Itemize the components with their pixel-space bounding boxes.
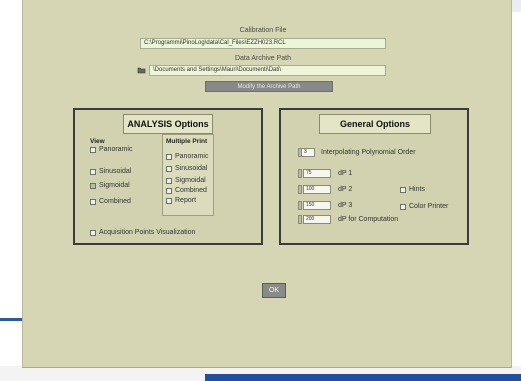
multiple-print-title: Multiple Print <box>166 138 208 145</box>
dp1-spinner[interactable] <box>298 169 302 178</box>
print-combined-label: Combined <box>175 187 207 194</box>
dp-computation-spinner[interactable] <box>298 215 302 224</box>
dp2-field[interactable]: 100 <box>303 185 331 194</box>
acquisition-points-checkbox[interactable] <box>90 229 96 236</box>
view-combined-checkbox[interactable] <box>90 198 96 205</box>
view-sigmoidal-option[interactable]: Sigmoidal <box>90 182 130 189</box>
print-report-checkbox[interactable] <box>166 197 172 204</box>
print-combined-checkbox[interactable] <box>166 187 172 194</box>
multiple-print-group: Multiple Print Panoramic Sinusoidal Sigm… <box>162 134 214 216</box>
print-sigmoidal-option[interactable]: Sigmoidal <box>166 177 206 184</box>
view-combined-label: Combined <box>99 198 131 205</box>
calibration-file-field[interactable]: C:\Programmi\PinoLog\data\Cal_Files\EZZH… <box>140 38 386 49</box>
data-archive-path-field[interactable]: \Documents and Settings\Mauri\Documenti\… <box>149 65 386 76</box>
color-printer-label: Color Printer <box>409 203 449 210</box>
interpolating-order-field[interactable]: 3 <box>301 148 315 157</box>
color-printer-option[interactable]: Color Printer <box>400 203 448 210</box>
dp3-label: dP 3 <box>338 202 353 209</box>
dp2-spinner[interactable] <box>298 185 302 194</box>
ok-button[interactable]: OK <box>262 283 286 298</box>
folder-icon[interactable] <box>137 66 146 74</box>
print-panoramic-option[interactable]: Panoramic <box>166 153 208 160</box>
interpolating-order-label: Interpolating Polynomial Order <box>321 149 416 156</box>
acquisition-points-label: Acquisition Points Visualization <box>99 229 196 236</box>
print-sigmoidal-checkbox[interactable] <box>166 177 172 184</box>
analysis-options-panel: ANALYSIS Options View Panoramic Sinusoid… <box>73 108 263 245</box>
data-archive-path-label: Data Archive Path <box>234 55 292 62</box>
analysis-options-title: ANALYSIS Options <box>123 114 213 134</box>
print-sinusoidal-option[interactable]: Sinusoidal <box>166 165 207 172</box>
print-panoramic-label: Panoramic <box>175 153 209 160</box>
dp1-field[interactable]: 75 <box>303 169 331 178</box>
settings-dialog: Calibration File C:\Programmi\PinoLog\da… <box>22 0 512 368</box>
hints-label: Hints <box>409 186 425 193</box>
view-sinusoidal-option[interactable]: Sinusoidal <box>90 168 131 175</box>
dp3-spinner[interactable] <box>298 201 302 210</box>
view-sinusoidal-label: Sinusoidal <box>99 168 132 175</box>
view-sigmoidal-checkbox[interactable] <box>90 182 96 189</box>
print-sinusoidal-checkbox[interactable] <box>166 165 172 172</box>
view-combined-option[interactable]: Combined <box>90 198 131 205</box>
background-taskbar <box>205 374 521 381</box>
view-panoramic-checkbox[interactable] <box>90 146 96 153</box>
dp3-field[interactable]: 150 <box>303 201 331 210</box>
dp2-label: dP 2 <box>338 186 353 193</box>
dp1-label: dP 1 <box>338 170 353 177</box>
view-panoramic-label: Panoramic <box>99 146 133 153</box>
dp-computation-label: dP for Computation <box>338 216 399 223</box>
color-printer-checkbox[interactable] <box>400 203 406 210</box>
view-group-title: View <box>90 138 105 145</box>
print-panoramic-checkbox[interactable] <box>166 153 172 160</box>
print-sigmoidal-label: Sigmoidal <box>175 177 206 184</box>
view-sinusoidal-checkbox[interactable] <box>90 168 96 175</box>
view-sigmoidal-label: Sigmoidal <box>99 182 130 189</box>
dp-computation-field[interactable]: 200 <box>303 215 331 224</box>
print-report-option[interactable]: Report <box>166 197 196 204</box>
hints-checkbox[interactable] <box>400 186 406 193</box>
hints-option[interactable]: Hints <box>400 186 425 193</box>
print-combined-option[interactable]: Combined <box>166 187 207 194</box>
print-report-label: Report <box>175 197 197 204</box>
general-options-title: General Options <box>319 114 431 134</box>
view-panoramic-option[interactable]: Panoramic <box>90 146 132 153</box>
calibration-file-label: Calibration File <box>239 27 287 34</box>
general-options-panel: General Options 3 Interpolating Polynomi… <box>279 108 469 245</box>
print-sinusoidal-label: Sinusoidal <box>175 165 208 172</box>
acquisition-points-option[interactable]: Acquisition Points Visualization <box>90 229 195 236</box>
modify-archive-path-button[interactable]: Modify the Archive Path <box>205 81 333 92</box>
interpolating-order-spinner[interactable] <box>298 148 302 157</box>
